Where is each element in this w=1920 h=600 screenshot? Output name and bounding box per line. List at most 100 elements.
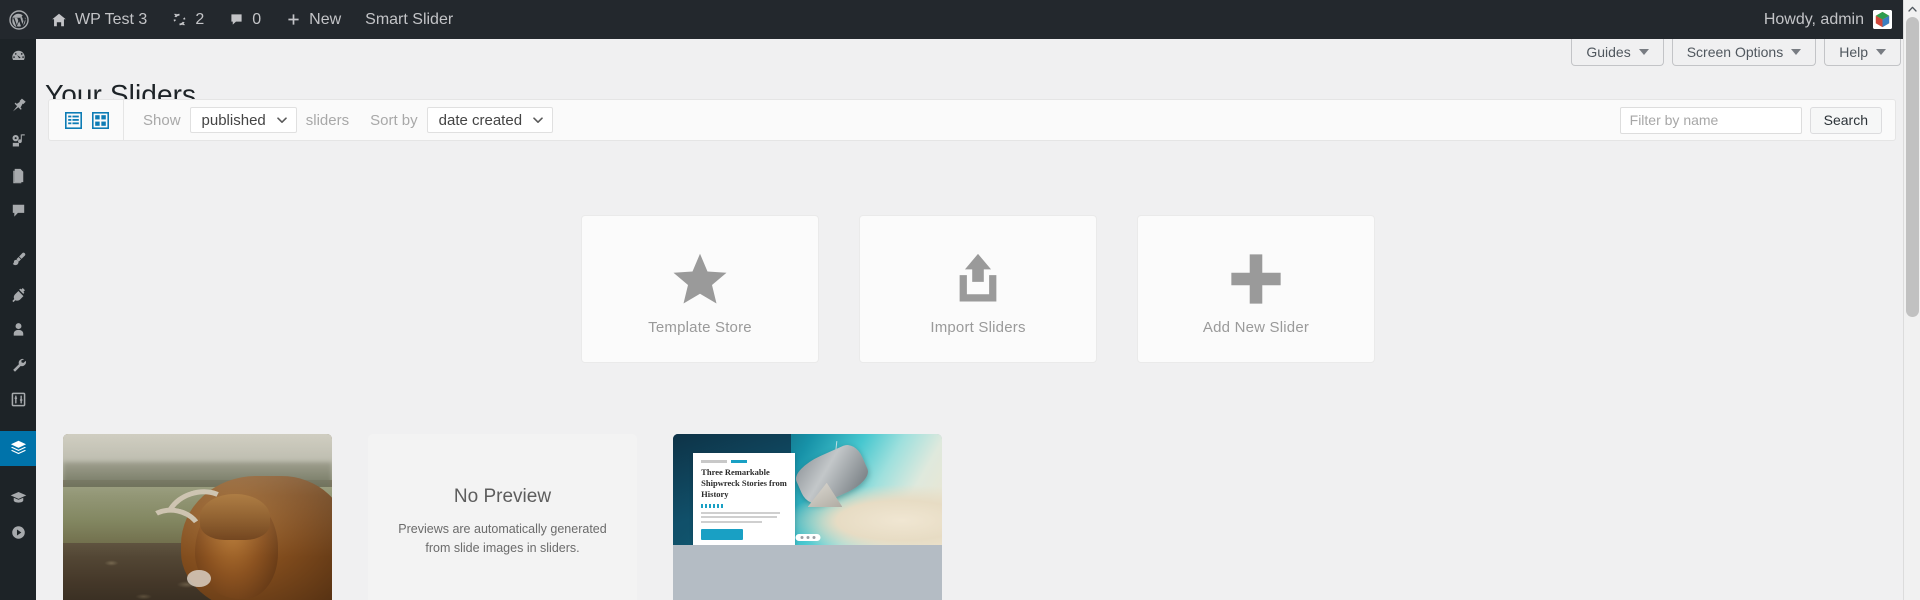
pages-icon bbox=[9, 166, 28, 185]
new-content-button[interactable]: New bbox=[273, 0, 353, 39]
add-new-slider-card[interactable]: Add New Slider bbox=[1137, 215, 1375, 363]
sidebar-item-pages[interactable] bbox=[0, 158, 36, 193]
thumbnail-bottom-band bbox=[673, 544, 942, 600]
sliders-label: sliders bbox=[305, 111, 350, 129]
thumbnail-overlay-divider bbox=[701, 503, 724, 508]
show-status-value: published bbox=[201, 111, 266, 129]
home-icon bbox=[50, 11, 68, 29]
play-circle-icon bbox=[9, 523, 28, 542]
scrollbar-thumb[interactable] bbox=[1906, 17, 1919, 317]
screen-meta-links: Guides Screen Options Help bbox=[1571, 39, 1901, 66]
graduation-cap-icon bbox=[9, 488, 28, 507]
sidebar-item-media-player[interactable] bbox=[0, 515, 36, 550]
import-sliders-label: Import Sliders bbox=[930, 318, 1026, 336]
page-scrollbar[interactable] bbox=[1903, 0, 1920, 600]
slider-thumbnail-full-width-slider[interactable]: Three Remarkable Shipwreck Stories from … bbox=[673, 434, 942, 600]
template-store-label: Template Store bbox=[648, 318, 752, 336]
chevron-down-icon bbox=[1791, 49, 1802, 55]
updates-button[interactable]: 2 bbox=[159, 0, 216, 39]
scroll-up-button[interactable] bbox=[1904, 0, 1920, 17]
dashboard-icon bbox=[9, 47, 28, 66]
comment-bubble-icon bbox=[9, 201, 28, 220]
slider-thumbnail-speed[interactable] bbox=[63, 434, 332, 600]
slider-thumbnail-post-slider[interactable]: No Preview Previews are automatically ge… bbox=[368, 434, 637, 600]
search-button[interactable]: Search bbox=[1809, 106, 1882, 134]
view-toggle-group bbox=[49, 100, 124, 140]
help-button[interactable]: Help bbox=[1824, 39, 1901, 66]
template-store-card[interactable]: Template Store bbox=[581, 215, 819, 363]
settings-sliders-icon bbox=[9, 390, 28, 409]
account-greeting-label: Howdy, admin bbox=[1763, 10, 1864, 28]
show-status-select[interactable]: published bbox=[189, 107, 297, 133]
grid-view-icon[interactable] bbox=[92, 111, 109, 129]
pin-icon bbox=[9, 96, 28, 115]
comments-button[interactable]: 0 bbox=[216, 0, 273, 39]
smart-slider-adminbar-label: Smart Slider bbox=[365, 10, 454, 28]
chevron-down-icon bbox=[1638, 49, 1649, 55]
thumbnail-overlay-meta bbox=[701, 460, 787, 464]
user-icon bbox=[9, 320, 28, 339]
filters-group: Show published sliders Sort by date crea… bbox=[124, 107, 554, 133]
smart-slider-adminbar-item[interactable]: Smart Slider bbox=[353, 0, 465, 39]
slider-card[interactable]: No Preview Previews are automatically ge… bbox=[368, 434, 637, 600]
sidebar-item-plugins[interactable] bbox=[0, 277, 36, 312]
wordpress-logo-icon bbox=[9, 9, 29, 30]
thumbnail-overlay-card: Three Remarkable Shipwreck Stories from … bbox=[693, 453, 796, 551]
new-content-label: New bbox=[309, 10, 342, 28]
sort-by-select[interactable]: date created bbox=[426, 107, 554, 133]
thumbnail-overlay-cta-button bbox=[701, 528, 744, 540]
sidebar-item-comments[interactable] bbox=[0, 193, 36, 228]
updates-count: 2 bbox=[195, 10, 205, 28]
sidebar-item-posts[interactable] bbox=[0, 88, 36, 123]
sidebar-item-media[interactable] bbox=[0, 123, 36, 158]
plus-icon bbox=[1227, 243, 1285, 315]
comment-bubble-icon bbox=[228, 11, 245, 28]
wordpress-logo-button[interactable] bbox=[0, 0, 38, 39]
no-preview-title: No Preview bbox=[453, 485, 552, 507]
sidebar-active-arrow bbox=[36, 440, 44, 457]
chevron-up-icon bbox=[1908, 6, 1917, 12]
star-icon bbox=[669, 243, 731, 315]
thumbnail-slider-dots bbox=[795, 534, 820, 542]
search-input[interactable] bbox=[1619, 106, 1802, 134]
screen-options-label: Screen Options bbox=[1686, 44, 1784, 60]
sidebar-separator-2 bbox=[0, 228, 36, 242]
help-label: Help bbox=[1839, 44, 1868, 60]
chevron-down-icon bbox=[533, 117, 543, 123]
toolbar-search-group: Search bbox=[1619, 106, 1895, 134]
import-sliders-card[interactable]: Import Sliders bbox=[859, 215, 1097, 363]
account-menu[interactable]: Howdy, admin bbox=[1764, 10, 1920, 29]
slider-card[interactable]: Three Remarkable Shipwreck Stories from … bbox=[673, 434, 942, 600]
sidebar-item-dashboard[interactable] bbox=[0, 39, 36, 74]
upload-icon bbox=[949, 243, 1007, 315]
sidebar-separator-3 bbox=[0, 417, 36, 431]
slider-card[interactable]: Speed bbox=[63, 434, 332, 600]
thumbnail-cow-muzzle bbox=[186, 569, 211, 588]
action-cards-row: Template Store Import Sliders Add New Sl… bbox=[36, 215, 1920, 363]
sidebar-item-users[interactable] bbox=[0, 312, 36, 347]
slider-grid: Speed No Preview Previews are automatica… bbox=[63, 434, 942, 600]
thumbnail-overlay-heading: Three Remarkable Shipwreck Stories from … bbox=[701, 467, 787, 500]
media-icon bbox=[9, 131, 28, 150]
sliders-toolbar: Show published sliders Sort by date crea… bbox=[48, 99, 1896, 141]
sidebar-separator-4 bbox=[0, 466, 36, 480]
chevron-down-icon bbox=[1876, 49, 1886, 55]
no-preview-description: Previews are automatically generated fro… bbox=[398, 521, 607, 555]
sort-by-label: Sort by bbox=[370, 111, 418, 129]
sidebar-item-appearance[interactable] bbox=[0, 242, 36, 277]
sidebar-item-learn[interactable] bbox=[0, 480, 36, 515]
sort-by-value: date created bbox=[438, 111, 523, 129]
avatar bbox=[1873, 10, 1892, 29]
screen-options-button[interactable]: Screen Options bbox=[1671, 39, 1817, 66]
list-view-icon[interactable] bbox=[65, 111, 82, 129]
guides-button[interactable]: Guides bbox=[1571, 39, 1664, 66]
layers-icon bbox=[8, 438, 29, 459]
comments-count: 0 bbox=[252, 10, 262, 28]
sidebar-item-tools[interactable] bbox=[0, 347, 36, 382]
sidebar-item-settings[interactable] bbox=[0, 382, 36, 417]
site-name-button[interactable]: WP Test 3 bbox=[38, 0, 159, 39]
updates-icon bbox=[171, 11, 188, 28]
wrench-icon bbox=[9, 355, 28, 374]
sidebar-item-smart-slider[interactable] bbox=[0, 431, 44, 466]
plug-icon bbox=[9, 285, 28, 304]
